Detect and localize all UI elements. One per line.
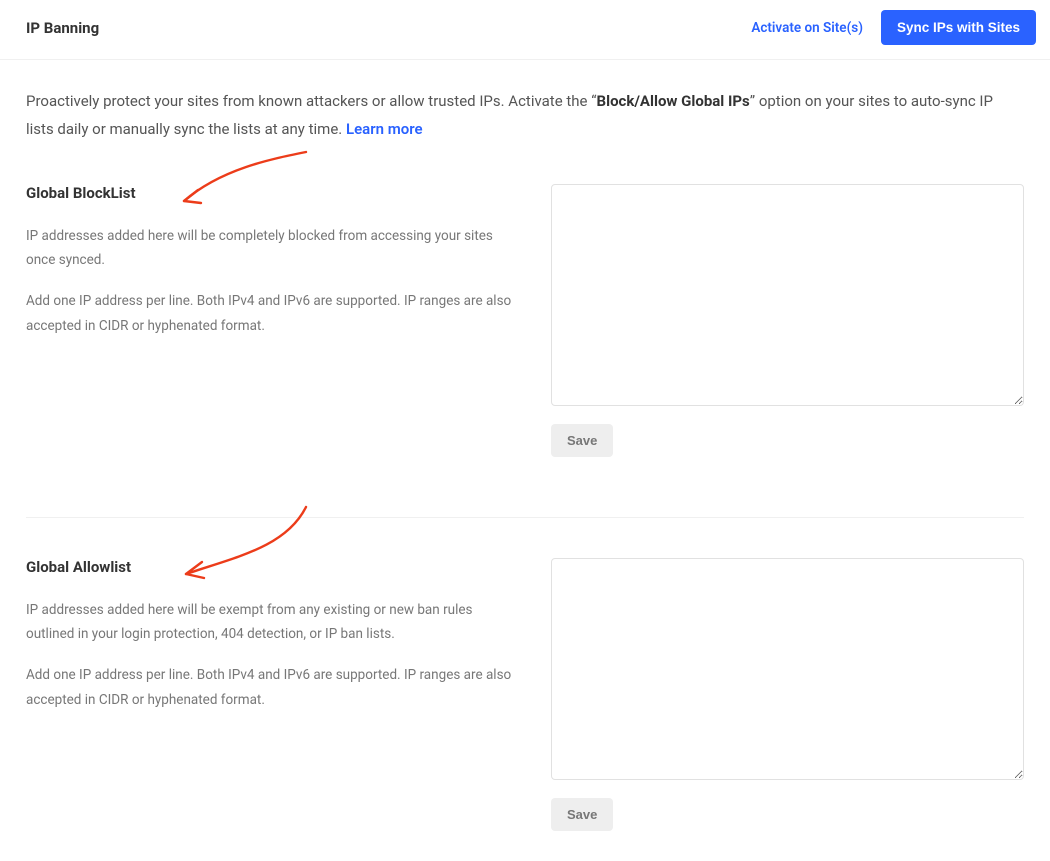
- allowlist-save-button[interactable]: Save: [551, 798, 613, 831]
- page-title: IP Banning: [26, 19, 99, 37]
- allowlist-textarea[interactable]: [551, 558, 1024, 780]
- allowlist-desc2: Add one IP address per line. Both IPv4 a…: [26, 663, 521, 713]
- blocklist-desc2: Add one IP address per line. Both IPv4 a…: [26, 289, 521, 339]
- allowlist-desc1: IP addresses added here will be exempt f…: [26, 598, 521, 648]
- blocklist-section: Global BlockList IP addresses added here…: [26, 144, 1024, 487]
- allowlist-info: Global Allowlist IP addresses added here…: [26, 558, 521, 831]
- blocklist-textarea[interactable]: [551, 184, 1024, 406]
- blocklist-desc1: IP addresses added here will be complete…: [26, 224, 521, 274]
- allowlist-title: Global Allowlist: [26, 558, 521, 576]
- allowlist-section: Global Allowlist IP addresses added here…: [26, 517, 1024, 861]
- allowlist-input-area: Save: [551, 558, 1024, 831]
- content-area: Proactively protect your sites from know…: [0, 60, 1050, 861]
- intro-pre: Proactively protect your sites from know…: [26, 92, 597, 110]
- blocklist-info: Global BlockList IP addresses added here…: [26, 184, 521, 457]
- intro-strong: Block/Allow Global IPs: [597, 92, 750, 110]
- blocklist-title: Global BlockList: [26, 184, 521, 202]
- page-header: IP Banning Activate on Site(s) Sync IPs …: [0, 0, 1050, 60]
- learn-more-link[interactable]: Learn more: [346, 120, 423, 138]
- intro-text: Proactively protect your sites from know…: [26, 88, 1024, 144]
- blocklist-input-area: Save: [551, 184, 1024, 457]
- activate-on-sites-link[interactable]: Activate on Site(s): [751, 20, 863, 36]
- header-actions: Activate on Site(s) Sync IPs with Sites: [751, 10, 1036, 45]
- blocklist-save-button[interactable]: Save: [551, 424, 613, 457]
- sync-ips-button[interactable]: Sync IPs with Sites: [881, 10, 1036, 45]
